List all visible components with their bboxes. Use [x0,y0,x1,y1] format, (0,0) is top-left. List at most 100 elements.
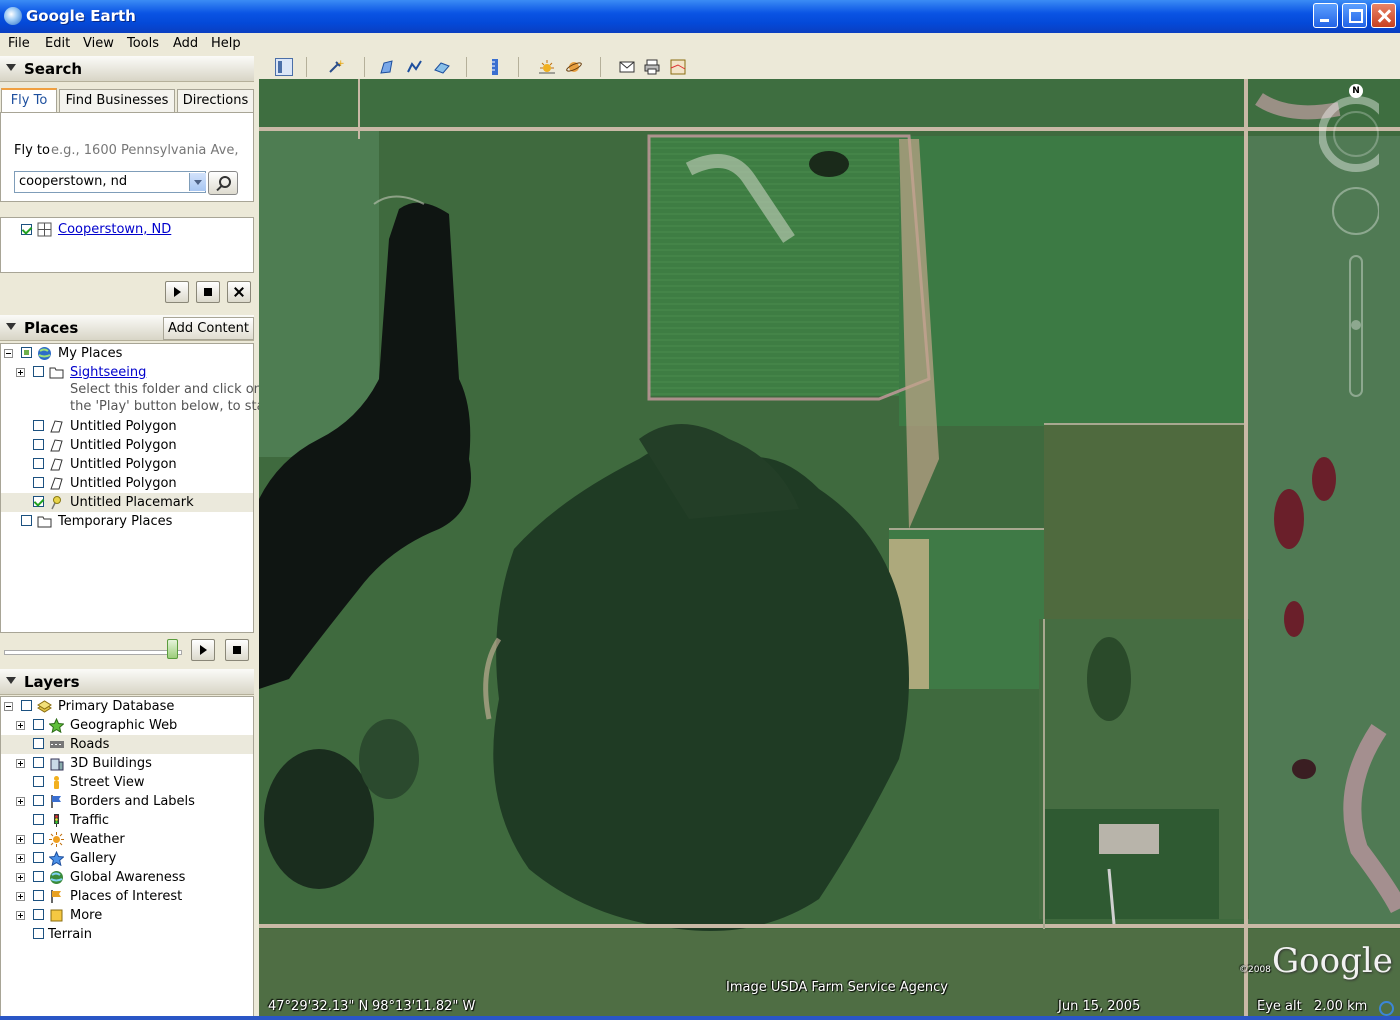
menu-file[interactable]: File [8,36,30,51]
sunlight-icon[interactable] [538,58,556,76]
checkbox[interactable] [33,477,44,488]
menu-tools[interactable]: Tools [127,36,159,51]
search-button[interactable] [208,171,238,195]
tree-expand-icon[interactable] [16,873,25,882]
result-checkbox[interactable] [21,224,32,235]
checkbox[interactable] [33,833,44,844]
planet-icon[interactable] [565,58,583,76]
places-stop-button[interactable] [225,639,249,661]
layer-street-view[interactable]: Street View [1,773,253,792]
fly-to-input[interactable]: cooperstown, nd [14,171,206,193]
menu-view[interactable]: View [83,36,114,51]
tree-expand-icon[interactable] [16,759,25,768]
checkbox[interactable] [33,458,44,469]
ruler-icon[interactable] [486,58,504,76]
layer-more[interactable]: More [1,906,253,925]
google-maps-icon[interactable] [669,58,687,76]
places-play-button[interactable] [191,639,215,661]
layer-geographic-web[interactable]: Geographic Web [1,716,253,735]
close-button[interactable] [1371,3,1396,28]
tour-speed-slider[interactable] [4,650,182,655]
tree-collapse-icon[interactable] [4,702,13,711]
layers-header[interactable]: Layers [0,669,254,695]
menu-add[interactable]: Add [173,36,198,51]
tree-item-polygon[interactable]: Untitled Polygon [1,436,253,455]
map-view[interactable]: N Image USDA Farm Service Agency ©2008 G… [259,79,1400,1020]
collapse-triangle-icon[interactable] [6,323,16,330]
tab-directions[interactable]: Directions [177,89,254,112]
checkbox[interactable] [33,852,44,863]
tree-item-placemark[interactable]: Untitled Placemark [1,493,253,512]
checkbox[interactable] [21,347,32,358]
play-button[interactable] [165,281,189,303]
checkbox[interactable] [33,890,44,901]
clear-button[interactable] [227,281,251,303]
collapse-triangle-icon[interactable] [6,64,16,71]
tree-label[interactable]: Sightseeing [70,365,146,380]
checkbox[interactable] [33,795,44,806]
checkbox[interactable] [33,366,44,377]
checkbox[interactable] [33,719,44,730]
tree-expand-icon[interactable] [16,368,25,377]
layer-places-of-interest[interactable]: Places of Interest [1,887,253,906]
tab-fly-to[interactable]: Fly To [1,88,57,113]
path-add-icon[interactable] [406,58,424,76]
checkbox[interactable] [33,496,44,507]
layer-borders-labels[interactable]: Borders and Labels [1,792,253,811]
result-item[interactable]: Cooperstown, ND [1,220,253,239]
image-overlay-icon[interactable] [433,58,451,76]
menu-help[interactable]: Help [211,36,241,51]
layer-global-awareness[interactable]: Global Awareness [1,868,253,887]
checkbox[interactable] [21,515,32,526]
tab-find-businesses[interactable]: Find Businesses [59,89,175,112]
result-label[interactable]: Cooperstown, ND [58,222,171,237]
checkbox[interactable] [33,439,44,450]
toolbar-separator [518,57,519,77]
tree-item-polygon[interactable]: Untitled Polygon [1,417,253,436]
checkbox[interactable] [33,420,44,431]
tree-expand-icon[interactable] [16,797,25,806]
checkbox[interactable] [33,776,44,787]
checkbox[interactable] [33,757,44,768]
checkbox[interactable] [33,814,44,825]
tree-expand-icon[interactable] [16,854,25,863]
layer-traffic[interactable]: Traffic [1,811,253,830]
print-icon[interactable] [643,58,661,76]
polygon-add-icon[interactable] [378,58,396,76]
tree-expand-icon[interactable] [16,892,25,901]
tree-item-temporary-places[interactable]: Temporary Places [1,512,253,531]
checkbox[interactable] [21,700,32,711]
slider-thumb[interactable] [167,639,178,659]
checkbox[interactable] [33,909,44,920]
maximize-button[interactable] [1342,3,1367,28]
collapse-triangle-icon[interactable] [6,677,16,684]
checkbox[interactable] [33,738,44,749]
checkbox[interactable] [33,928,44,939]
tree-collapse-icon[interactable] [4,349,13,358]
layer-gallery[interactable]: Gallery [1,849,253,868]
sidebar-toggle-icon[interactable] [275,58,293,76]
tree-item-polygon[interactable]: Untitled Polygon [1,455,253,474]
navigation-controls[interactable] [1319,84,1379,404]
stop-button[interactable] [196,281,220,303]
checkbox[interactable] [33,871,44,882]
layer-roads[interactable]: Roads [1,735,253,754]
email-icon[interactable] [618,58,636,76]
search-header[interactable]: Search [0,56,254,82]
layer-primary-database[interactable]: Primary Database [1,697,253,716]
layer-3d-buildings[interactable]: 3D Buildings [1,754,253,773]
layer-terrain[interactable]: Terrain [1,925,253,944]
latitude-readout: 47°29'32.13" N [268,999,369,1014]
tree-expand-icon[interactable] [16,835,25,844]
add-content-button[interactable]: Add Content [163,317,254,340]
tree-item-my-places[interactable]: My Places [1,344,253,363]
menu-edit[interactable]: Edit [45,36,70,51]
minimize-button[interactable] [1313,3,1338,28]
tree-expand-icon[interactable] [16,721,25,730]
tree-item-polygon[interactable]: Untitled Polygon [1,474,253,493]
compass-north-icon[interactable]: N [1349,84,1363,98]
tree-expand-icon[interactable] [16,911,25,920]
dropdown-arrow-icon[interactable] [189,173,206,191]
layer-weather[interactable]: Weather [1,830,253,849]
placemark-add-icon[interactable]: + [326,58,345,76]
